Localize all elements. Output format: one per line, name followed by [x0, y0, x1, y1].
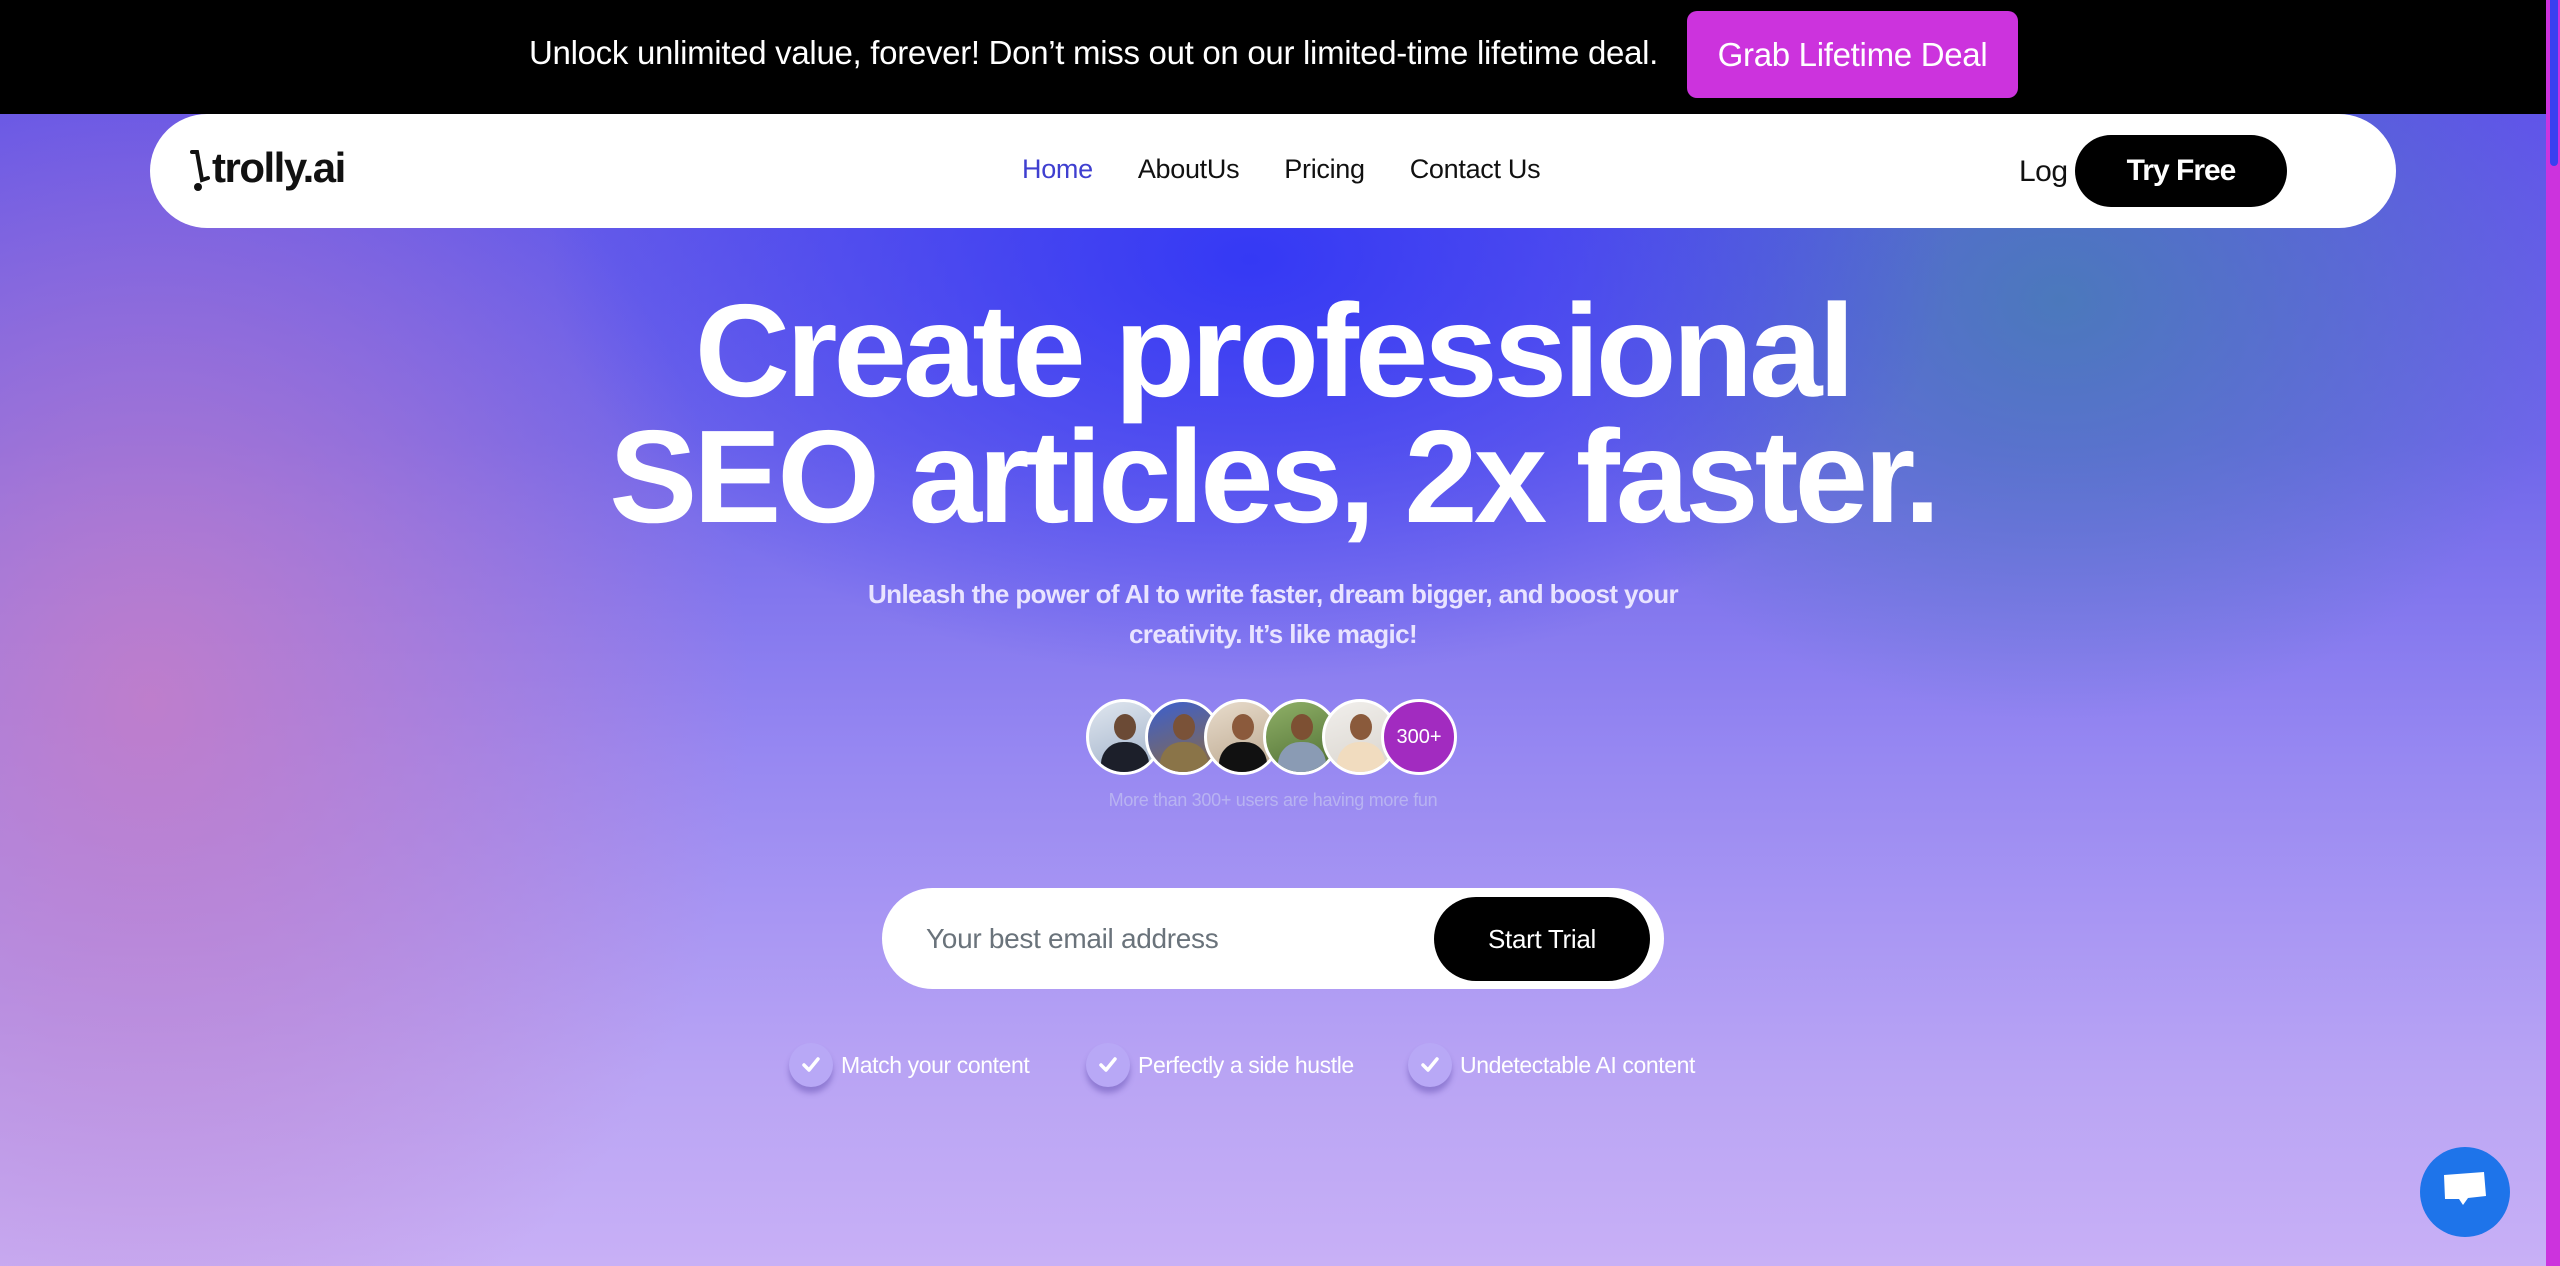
nav-link-about[interactable]: AboutUs — [1138, 154, 1240, 185]
hero-headline: Create professional SEO articles, 2x fas… — [0, 277, 2546, 550]
avatar-count-badge: 300+ — [1381, 699, 1457, 775]
chat-bubble-icon — [2442, 1169, 2488, 1216]
user-avatars: 300+ — [1086, 699, 1457, 775]
navbar: trolly.ai Home AboutUs Pricing Contact U… — [150, 114, 2396, 228]
feature-label: Perfectly a side hustle — [1138, 1051, 1354, 1078]
logo-text: trolly.ai — [212, 144, 346, 191]
feature-item: Undetectable AI content — [1408, 1043, 1695, 1087]
email-signup-form: Start Trial — [882, 888, 1664, 989]
grab-lifetime-deal-button[interactable]: Grab Lifetime Deal — [1687, 11, 2018, 98]
email-input[interactable] — [926, 916, 1396, 962]
nav-link-contact[interactable]: Contact Us — [1410, 154, 1541, 185]
promo-text: Unlock unlimited value, forever! Don’t m… — [529, 34, 1659, 71]
start-trial-button[interactable]: Start Trial — [1434, 897, 1650, 981]
hero-subheadline: Unleash the power of AI to write faster,… — [868, 579, 1679, 649]
feature-label: Match your content — [841, 1051, 1030, 1078]
headline-line-1: Create professional — [694, 277, 1855, 424]
scrollbar-thumb[interactable] — [2550, 0, 2558, 166]
cart-logo-icon — [188, 144, 210, 192]
feature-item: Match your content — [789, 1043, 1030, 1087]
nav-link-home[interactable]: Home — [1022, 154, 1093, 185]
feature-item: Perfectly a side hustle — [1086, 1043, 1354, 1087]
nav-link-pricing[interactable]: Pricing — [1284, 154, 1365, 185]
headline-line-2: SEO articles, 2x faster. — [609, 403, 1941, 550]
chat-widget-button[interactable] — [2420, 1147, 2510, 1237]
promo-banner: Unlock unlimited value, forever! Don’t m… — [0, 0, 2546, 114]
vertical-scrollbar[interactable] — [2546, 0, 2560, 1266]
nav-links: Home AboutUs Pricing Contact Us — [1022, 154, 1585, 185]
check-icon — [1086, 1043, 1130, 1087]
page-background: Unlock unlimited value, forever! Don’t m… — [0, 0, 2546, 1266]
feature-label: Undetectable AI content — [1460, 1051, 1696, 1078]
check-icon — [789, 1043, 833, 1087]
logo[interactable]: trolly.ai — [188, 144, 346, 192]
try-free-button[interactable]: Try Free — [2075, 135, 2287, 207]
check-icon — [1408, 1043, 1452, 1087]
users-caption: More than 300+ users are having more fun — [1108, 790, 1438, 810]
